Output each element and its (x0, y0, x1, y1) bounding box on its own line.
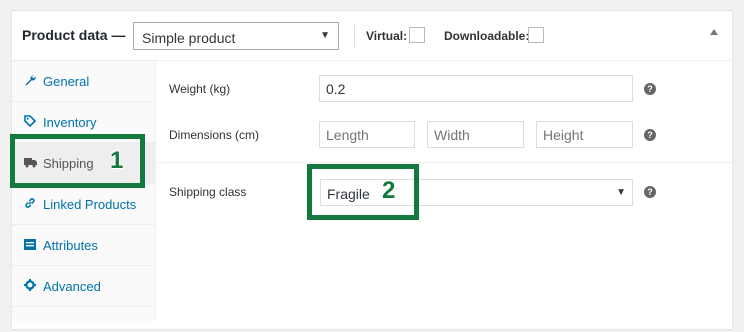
tab-label: Inventory (43, 115, 97, 130)
downloadable-label: Downloadable: (444, 29, 530, 43)
header-divider (354, 25, 355, 47)
help-icon[interactable]: ? (644, 83, 656, 95)
tab-advanced[interactable]: Advanced (12, 266, 156, 307)
step-2-badge: 2 (382, 177, 396, 204)
dimensions-label: Dimensions (cm) (169, 128, 260, 142)
step-1-highlight (10, 134, 145, 188)
panel-title: Product data — (22, 27, 126, 43)
tab-label: General (43, 74, 90, 89)
help-icon[interactable]: ? (644, 129, 656, 141)
tag-icon (23, 114, 37, 128)
step-1-badge: 1 (110, 147, 124, 174)
product-data-tabs: General Inventory Shipping Linked Produc… (12, 61, 156, 321)
dropdown-arrow-icon: ▼ (616, 187, 626, 198)
collapse-toggle-icon[interactable] (710, 29, 718, 35)
list-icon (23, 237, 37, 251)
product-type-value: Simple product (142, 30, 236, 46)
height-input[interactable] (536, 121, 633, 148)
tab-label: Linked Products (43, 197, 137, 212)
dropdown-arrow-icon: ▼ (320, 30, 330, 41)
gear-icon (23, 278, 37, 292)
panel-header: Product data — Simple product ▼ Virtual:… (12, 11, 732, 61)
weight-label: Weight (kg) (169, 82, 231, 96)
downloadable-checkbox[interactable] (528, 27, 544, 43)
shipping-options-panel: Weight (kg) ? Dimensions (cm) ? Shipping… (157, 61, 732, 321)
length-input[interactable] (319, 121, 415, 148)
step-2-highlight (307, 164, 419, 220)
wrench-icon (23, 73, 37, 87)
virtual-label: Virtual: (366, 29, 408, 43)
tab-label: Attributes (43, 238, 98, 253)
link-icon (23, 196, 37, 210)
width-input[interactable] (427, 121, 524, 148)
shipping-class-label: Shipping class (169, 185, 247, 199)
virtual-checkbox[interactable] (409, 27, 425, 43)
tab-linked-products[interactable]: Linked Products (12, 184, 156, 225)
section-divider (157, 162, 732, 163)
product-type-select[interactable]: Simple product ▼ (133, 22, 339, 50)
tab-label: Advanced (43, 279, 101, 294)
help-icon[interactable]: ? (644, 186, 656, 198)
weight-input[interactable] (319, 75, 633, 102)
tab-general[interactable]: General (12, 61, 156, 102)
tab-attributes[interactable]: Attributes (12, 225, 156, 266)
